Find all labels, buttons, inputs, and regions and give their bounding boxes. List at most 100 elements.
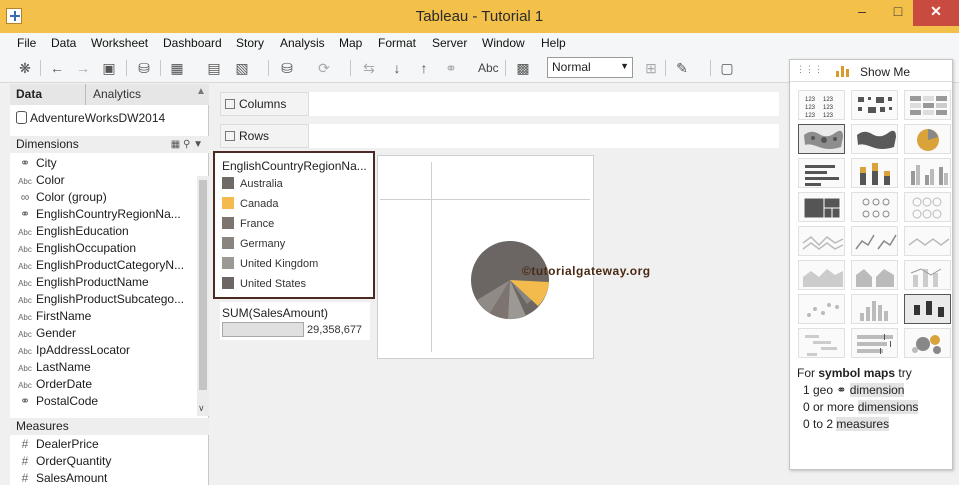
menu-story[interactable]: Story bbox=[236, 36, 264, 50]
legend-item[interactable]: France bbox=[222, 217, 274, 233]
clear-sheet-icon[interactable]: ▧ bbox=[233, 59, 251, 77]
field-item[interactable]: Abc OrderDate bbox=[14, 377, 92, 394]
chart-thumb-pie[interactable] bbox=[904, 124, 951, 154]
chart-thumb-text-table[interactable]: 123 123 123 123 123 123 bbox=[798, 90, 845, 120]
menu-worksheet[interactable]: Worksheet bbox=[91, 36, 148, 50]
chart-thumb-packed-bubbles[interactable] bbox=[904, 328, 951, 358]
chart-thumb-side-by-side-bars[interactable] bbox=[904, 158, 951, 188]
chart-thumb-dual-combination[interactable] bbox=[904, 260, 951, 290]
field-item[interactable]: ⚭ EnglishCountryRegionNa... bbox=[14, 207, 181, 224]
highlight-icon[interactable]: ✎ bbox=[673, 59, 691, 77]
refresh-icon[interactable]: ⟳ bbox=[315, 59, 333, 77]
tab-analytics[interactable]: Analytics bbox=[93, 87, 141, 101]
legend-item[interactable]: Australia bbox=[222, 177, 283, 193]
chart-thumb-lines-continuous[interactable] bbox=[798, 226, 845, 256]
chart-thumb-horizontal-bars[interactable] bbox=[798, 158, 845, 188]
svg-text:123: 123 bbox=[805, 97, 816, 103]
dimensions-scrollbar[interactable]: ∨ bbox=[197, 176, 209, 416]
undo-icon[interactable]: ← bbox=[48, 59, 66, 77]
columns-shelf[interactable] bbox=[309, 92, 779, 116]
field-item[interactable]: Abc EnglishEducation bbox=[14, 224, 129, 241]
menu-map[interactable]: Map bbox=[339, 36, 362, 50]
field-item[interactable]: Abc Color bbox=[14, 173, 65, 190]
chart-thumb-lines-discrete[interactable] bbox=[851, 226, 898, 256]
chart-thumb-area-discrete[interactable] bbox=[851, 260, 898, 290]
chart-thumb-symbol-map[interactable] bbox=[798, 124, 845, 154]
close-button[interactable]: ✕ bbox=[913, 0, 959, 26]
chart-thumb-bullet-graph[interactable] bbox=[851, 328, 898, 358]
fit-select[interactable]: Normal ▼ bbox=[547, 57, 633, 78]
legend-item[interactable]: Germany bbox=[222, 237, 285, 253]
new-datasource-icon[interactable]: ⛁ bbox=[135, 59, 153, 77]
pane-menu-icon[interactable]: ▲ bbox=[196, 86, 206, 97]
scroll-down-icon[interactable]: ∨ bbox=[198, 403, 205, 414]
chart-thumb-gantt[interactable] bbox=[798, 328, 845, 358]
field-item[interactable]: Abc EnglishProductSubcatego... bbox=[14, 292, 184, 309]
field-item[interactable]: Abc LastName bbox=[14, 360, 91, 377]
group-members-icon[interactable]: ⚭ bbox=[442, 59, 460, 77]
datasource-item[interactable]: AdventureWorksDW2014 bbox=[16, 111, 165, 125]
dimensions-tools[interactable]: ▦ ⚲ ▼ bbox=[171, 136, 203, 153]
legend-item[interactable]: United Kingdom bbox=[222, 257, 318, 273]
field-item[interactable]: ∞ Color (group) bbox=[14, 190, 107, 207]
field-item[interactable]: # SalesAmount bbox=[14, 471, 108, 485]
swap-rows-columns-icon[interactable]: ⇆ bbox=[360, 59, 378, 77]
chart-thumb-stacked-bars[interactable] bbox=[851, 158, 898, 188]
field-item[interactable]: Abc EnglishProductCategoryN... bbox=[14, 258, 184, 275]
menu-dashboard[interactable]: Dashboard bbox=[163, 36, 222, 50]
field-item[interactable]: Abc EnglishOccupation bbox=[14, 241, 136, 258]
chart-thumb-heat-map[interactable] bbox=[851, 90, 898, 120]
tab-data[interactable]: Data bbox=[16, 87, 42, 101]
menu-window[interactable]: Window bbox=[482, 36, 525, 50]
size-legend[interactable]: SUM(SalesAmount) 29,358,677 bbox=[220, 302, 370, 340]
presentation-mode-icon[interactable]: ▢ bbox=[718, 59, 736, 77]
menu-help[interactable]: Help bbox=[541, 36, 566, 50]
pause-updates-icon[interactable]: ⛁ bbox=[278, 59, 296, 77]
maximize-button[interactable]: □ bbox=[878, 0, 918, 26]
minimize-button[interactable]: – bbox=[842, 0, 882, 26]
fix-axes-icon[interactable]: ⊞ bbox=[642, 59, 660, 77]
size-legend-value: 29,358,677 bbox=[307, 324, 363, 336]
chart-thumb-dual-lines[interactable] bbox=[904, 226, 951, 256]
tableau-logo-icon[interactable]: ❋ bbox=[16, 59, 34, 77]
legend-item[interactable]: United States bbox=[222, 277, 306, 293]
menu-analysis[interactable]: Analysis bbox=[280, 36, 325, 50]
chart-thumb-scatter-plot[interactable] bbox=[798, 294, 845, 324]
chart-thumb-highlight-table[interactable] bbox=[904, 90, 951, 120]
drag-handle-icon[interactable]: ⋮⋮⋮ bbox=[796, 64, 823, 75]
field-item[interactable]: # DealerPrice bbox=[14, 437, 99, 454]
menu-server[interactable]: Server bbox=[432, 36, 467, 50]
sort-descending-icon[interactable]: ↑ bbox=[415, 59, 433, 77]
chart-thumb-circle-views[interactable] bbox=[851, 192, 898, 222]
show-me-header[interactable]: ⋮⋮⋮ Show Me bbox=[790, 60, 952, 82]
chart-thumb-histogram[interactable] bbox=[851, 294, 898, 324]
new-worksheet-icon[interactable]: ▦ bbox=[168, 59, 186, 77]
field-item[interactable]: Abc FirstName bbox=[14, 309, 91, 326]
field-item[interactable]: Abc EnglishProductName bbox=[14, 275, 149, 292]
menu-file[interactable]: File bbox=[17, 36, 36, 50]
sort-ascending-icon[interactable]: ↓ bbox=[388, 59, 406, 77]
duplicate-sheet-icon[interactable]: ▤ bbox=[205, 59, 223, 77]
field-item[interactable]: ⚭ PostalCode bbox=[14, 394, 98, 411]
pie-chart[interactable] bbox=[470, 240, 550, 320]
chart-thumb-side-by-side-circles[interactable] bbox=[904, 192, 951, 222]
chart-thumb-filled-map[interactable] bbox=[851, 124, 898, 154]
field-item[interactable]: Abc Gender bbox=[14, 326, 76, 343]
chart-thumb-treemap[interactable] bbox=[798, 192, 845, 222]
field-item[interactable]: ⚭ City bbox=[14, 156, 57, 173]
chart-thumb-area-continuous[interactable] bbox=[798, 260, 845, 290]
scrollbar-thumb[interactable] bbox=[199, 180, 207, 390]
field-item[interactable]: # OrderQuantity bbox=[14, 454, 112, 471]
legend-item[interactable]: Canada bbox=[222, 197, 279, 213]
rows-shelf[interactable] bbox=[309, 124, 779, 148]
menu-data[interactable]: Data bbox=[51, 36, 76, 50]
color-legend[interactable]: EnglishCountryRegionNa... Australia Cana… bbox=[213, 151, 375, 299]
redo-icon[interactable]: → bbox=[74, 59, 92, 77]
field-item[interactable]: Abc IpAddressLocator bbox=[14, 343, 130, 360]
viz-canvas[interactable] bbox=[377, 155, 594, 359]
show-mark-labels-button[interactable]: Abc bbox=[478, 61, 499, 75]
chart-thumb-box-whisker[interactable] bbox=[904, 294, 951, 324]
save-icon[interactable]: ▣ bbox=[100, 59, 118, 77]
totals-icon[interactable]: ▩ bbox=[514, 59, 532, 77]
menu-format[interactable]: Format bbox=[378, 36, 416, 50]
